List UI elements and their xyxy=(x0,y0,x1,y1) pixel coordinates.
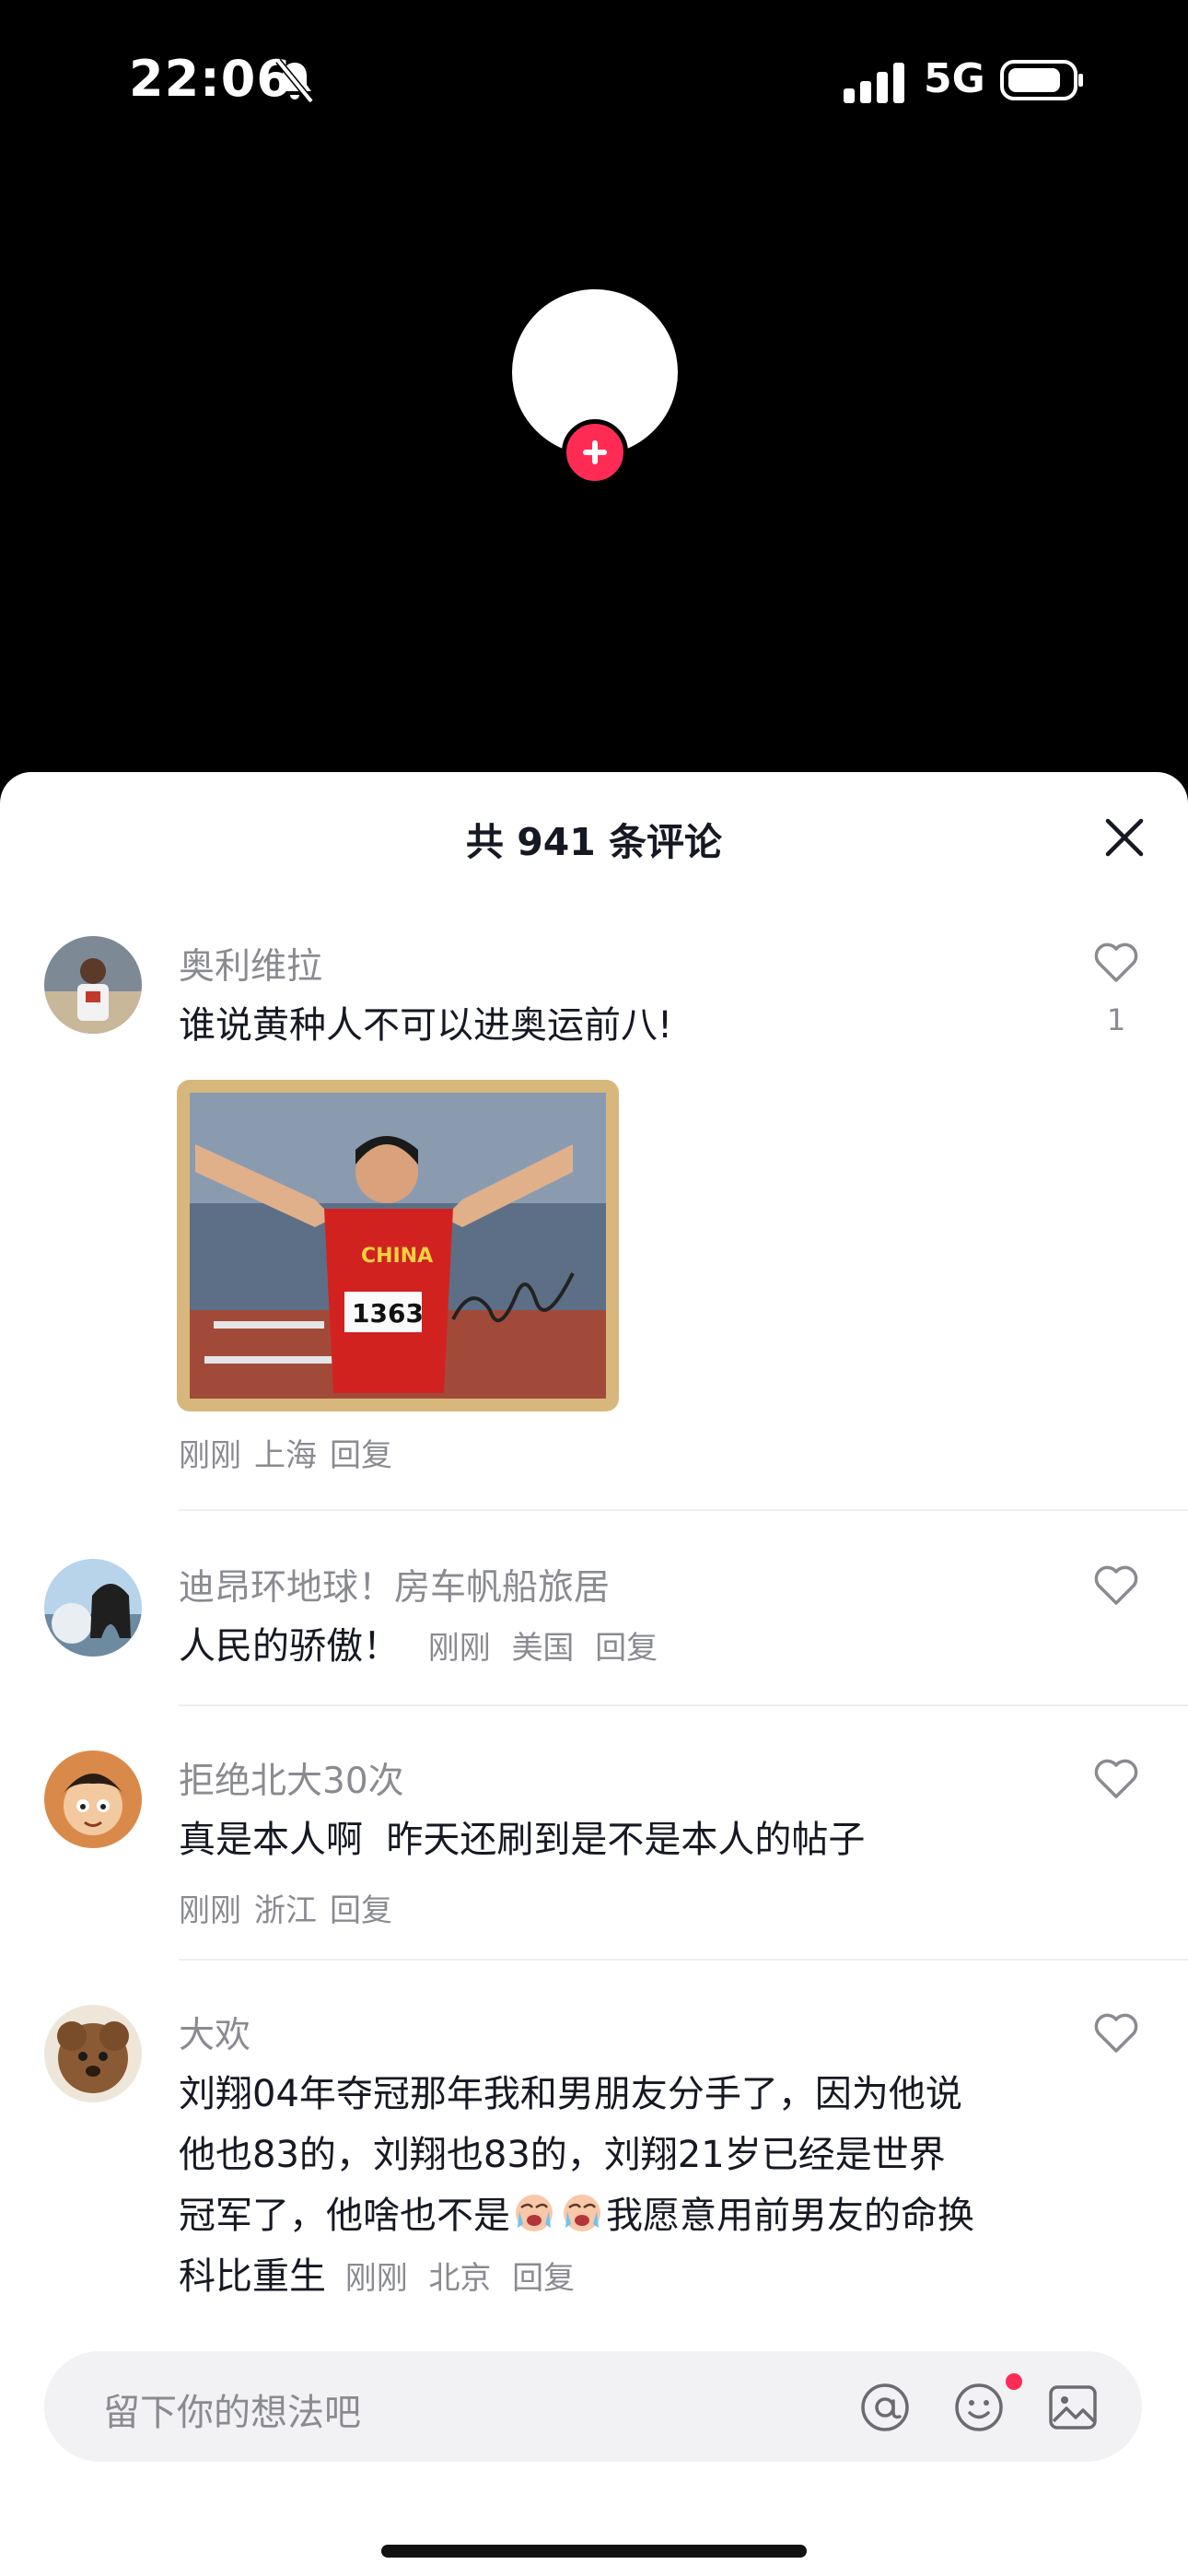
jersey-text: CHINA xyxy=(361,1245,433,1268)
heart-icon[interactable] xyxy=(1092,1563,1140,1607)
at-mention-icon[interactable] xyxy=(858,2381,912,2434)
reply-button[interactable]: 回复 xyxy=(330,1437,392,1474)
comment-input-placeholder: 留下你的想法吧 xyxy=(103,2392,361,2434)
bell-muted-icon xyxy=(275,58,314,104)
comment-username[interactable]: 大欢 xyxy=(179,2007,250,2058)
comment-username[interactable]: 奥利维拉 xyxy=(179,938,322,989)
comment-text: 真是本人啊 昨天还刷到是不是本人的帖子 xyxy=(179,1819,866,1861)
comment-time: 刚刚 xyxy=(344,2260,408,2297)
comment-time: 刚刚 xyxy=(427,1630,491,1667)
comment-time: 刚刚 xyxy=(179,1437,241,1474)
bib-number: 1363 xyxy=(352,1298,424,1329)
reply-button[interactable]: 回复 xyxy=(330,1892,392,1929)
comment-text: 谁说黄种人不可以进奥运前八! xyxy=(179,1004,673,1047)
comment-location: 浙江 xyxy=(254,1892,317,1929)
comment-segment: 科比重生 xyxy=(179,2255,326,2298)
reply-button[interactable]: 回复 xyxy=(595,1630,658,1667)
comment-text: 刘翔04年夺冠那年我和男朋友分手了，因为他说 他也83的，刘翔也83的，刘翔21… xyxy=(179,2064,1100,2309)
comment-input[interactable]: 留下你的想法吧 xyxy=(44,2351,1142,2462)
follow-plus-button[interactable] xyxy=(562,419,628,486)
comment-meta: 刚刚 浙江 回复 xyxy=(179,1885,405,1930)
comment-username[interactable]: 迪昂环地球！房车帆船旅居 xyxy=(179,1559,610,1610)
comment-location: 上海 xyxy=(254,1437,317,1474)
network-type: 5G xyxy=(924,55,985,102)
emoji-icon[interactable] xyxy=(952,2381,1006,2434)
comment-text: 人民的骄傲！ 刚刚 美国 回复 xyxy=(179,1616,1054,1679)
status-bar: 22:06 5G xyxy=(0,0,1188,161)
comment-segment: 冠军了，他啥也不是 xyxy=(179,2195,510,2237)
reply-button[interactable]: 回复 xyxy=(512,2260,575,2297)
crying-emoji-icon xyxy=(516,2195,553,2231)
comment-username[interactable]: 拒绝北大30次 xyxy=(179,1752,404,1804)
image-icon[interactable] xyxy=(1046,2381,1100,2434)
divider xyxy=(179,1959,1188,1961)
close-icon[interactable] xyxy=(1101,814,1147,861)
comment-body: 人民的骄傲！ xyxy=(179,1625,400,1668)
comment-line: 冠军了，他啥也不是 我愿意用前男友的命换 xyxy=(179,2185,1100,2246)
comment-segment: 我愿意用前男友的命换 xyxy=(606,2195,974,2237)
notification-dot xyxy=(1006,2373,1022,2390)
comment-photo[interactable]: CHINA 1363 xyxy=(177,1080,619,1411)
user-avatar[interactable] xyxy=(44,1559,142,1657)
comment-line: 刘翔04年夺冠那年我和男朋友分手了，因为他说 xyxy=(179,2073,962,2115)
battery-icon xyxy=(1000,60,1083,100)
home-indicator xyxy=(381,2545,807,2558)
divider xyxy=(179,1704,1188,1706)
heart-icon[interactable] xyxy=(1092,1756,1140,1800)
comment-sheet: 共 941 条评论 奥利维拉 谁说黄种人不可以进奥运前八! CHINA 1363… xyxy=(0,772,1188,2576)
divider xyxy=(179,1509,1188,1511)
cellular-signal-icon xyxy=(844,63,904,103)
user-avatar[interactable] xyxy=(44,1751,142,1848)
comment-line: 他也83的，刘翔也83的，刘翔21岁已经是世界 xyxy=(179,2134,946,2176)
like-count: 1 xyxy=(1106,1002,1126,1037)
comment-line: 科比重生 刚刚 北京 回复 xyxy=(179,2246,1100,2309)
comment-location: 北京 xyxy=(428,2260,492,2297)
crying-emoji-icon xyxy=(564,2195,600,2231)
status-time: 22:06 xyxy=(129,50,292,108)
comment-location: 美国 xyxy=(511,1630,575,1667)
user-avatar[interactable] xyxy=(44,2005,142,2102)
heart-icon[interactable] xyxy=(1092,940,1140,984)
heart-icon[interactable] xyxy=(1092,2010,1140,2055)
comment-count-title: 共 941 条评论 xyxy=(465,820,723,864)
comment-time: 刚刚 xyxy=(179,1892,241,1929)
comment-meta: 刚刚 上海 回复 xyxy=(179,1430,405,1475)
user-avatar[interactable] xyxy=(44,936,142,1034)
